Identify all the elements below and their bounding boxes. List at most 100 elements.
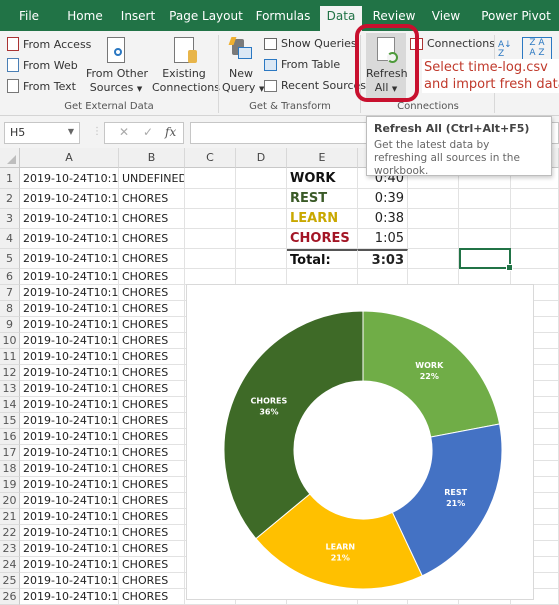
- cell-empty[interactable]: [185, 249, 236, 269]
- row-header[interactable]: 26: [0, 589, 20, 605]
- row-header[interactable]: 11: [0, 349, 20, 365]
- cell-category[interactable]: CHORES: [119, 333, 185, 349]
- cell-timestamp[interactable]: 2019-10-24T10:11:48: [20, 557, 119, 573]
- doughnut-chart[interactable]: WORK 22% REST 21% LEARN 21% CHORES 36%: [186, 284, 534, 600]
- cell-category[interactable]: CHORES: [119, 589, 185, 605]
- row-header[interactable]: 8: [0, 301, 20, 317]
- cell-timestamp[interactable]: 2019-10-24T10:11:45: [20, 509, 119, 525]
- cell-timestamp[interactable]: 2019-10-24T10:11:27: [20, 209, 119, 229]
- cell-empty[interactable]: [185, 168, 236, 189]
- cell-empty[interactable]: [236, 229, 287, 249]
- cell-category[interactable]: CHORES: [119, 477, 185, 493]
- cell-category[interactable]: CHORES: [119, 493, 185, 509]
- cell-empty[interactable]: [511, 229, 559, 249]
- cell-empty[interactable]: [185, 269, 236, 285]
- tab-review[interactable]: Review: [370, 0, 418, 31]
- from-other-sources-button[interactable]: From Other Sources ▼: [86, 37, 148, 96]
- tab-data[interactable]: Data: [320, 6, 362, 31]
- select-all-corner[interactable]: [0, 148, 20, 168]
- cell-timestamp[interactable]: 2019-10-24T10:11:49: [20, 573, 119, 589]
- cell-category[interactable]: CHORES: [119, 229, 185, 249]
- cell-empty[interactable]: [408, 269, 459, 285]
- cell-category[interactable]: CHORES: [119, 285, 185, 301]
- cancel-icon[interactable]: ✕: [119, 125, 129, 139]
- cell-timestamp[interactable]: 2019-10-24T10:11:36: [20, 365, 119, 381]
- name-box[interactable]: H5 ▼: [4, 122, 80, 144]
- row-header[interactable]: 6: [0, 269, 20, 285]
- cell-category[interactable]: CHORES: [119, 397, 185, 413]
- cell-category[interactable]: CHORES: [119, 413, 185, 429]
- cell-category[interactable]: CHORES: [119, 573, 185, 589]
- row-header[interactable]: 24: [0, 557, 20, 573]
- cell-empty[interactable]: [236, 209, 287, 229]
- cell-category[interactable]: CHORES: [119, 269, 185, 285]
- summary-label-rest[interactable]: REST: [287, 189, 358, 209]
- cell-timestamp[interactable]: 2019-10-24T10:11:40: [20, 429, 119, 445]
- cell-empty[interactable]: [511, 269, 559, 285]
- cell-category[interactable]: CHORES: [119, 461, 185, 477]
- row-header[interactable]: 5: [0, 249, 20, 269]
- cell-empty[interactable]: [236, 249, 287, 269]
- row-header[interactable]: 9: [0, 317, 20, 333]
- row-header[interactable]: 4: [0, 229, 20, 249]
- from-web-button[interactable]: From Web: [7, 58, 78, 72]
- cell-category[interactable]: CHORES: [119, 301, 185, 317]
- cell-empty[interactable]: [408, 229, 459, 249]
- cell-timestamp[interactable]: 2019-10-24T10:11:44: [20, 493, 119, 509]
- row-header[interactable]: 1: [0, 168, 20, 189]
- cell-category[interactable]: CHORES: [119, 525, 185, 541]
- summary-label-total[interactable]: Total:: [287, 249, 358, 269]
- row-header[interactable]: 16: [0, 429, 20, 445]
- cell-empty[interactable]: [236, 189, 287, 209]
- from-table-button[interactable]: From Table: [264, 58, 340, 71]
- tab-view[interactable]: View: [428, 0, 464, 31]
- tab-file[interactable]: File: [8, 0, 50, 31]
- cell-timestamp[interactable]: 2019-10-24T10:11:30: [20, 269, 119, 285]
- summary-label-learn[interactable]: LEARN: [287, 209, 358, 229]
- row-header[interactable]: 22: [0, 525, 20, 541]
- doughnut-slice-chores[interactable]: [223, 310, 364, 540]
- cell-timestamp[interactable]: 2019-10-24T10:11:39: [20, 413, 119, 429]
- cell-empty[interactable]: [459, 269, 511, 285]
- cell-timestamp[interactable]: 2019-10-24T10:11:33: [20, 317, 119, 333]
- selected-cell-h5[interactable]: [459, 248, 513, 271]
- tab-page-layout[interactable]: Page Layout: [168, 0, 244, 31]
- cell-empty[interactable]: [511, 209, 559, 229]
- cell-empty[interactable]: [459, 209, 511, 229]
- cell-timestamp[interactable]: 2019-10-24T10:11:42: [20, 461, 119, 477]
- sort-ascending-button[interactable]: A↓ Z: [498, 41, 512, 59]
- cell-empty[interactable]: [287, 269, 358, 285]
- summary-value-rest[interactable]: 0:39: [358, 189, 408, 209]
- cell-category[interactable]: CHORES: [119, 445, 185, 461]
- row-header[interactable]: 14: [0, 397, 20, 413]
- cell-empty[interactable]: [511, 189, 559, 209]
- row-header[interactable]: 12: [0, 365, 20, 381]
- from-text-button[interactable]: From Text: [7, 79, 76, 93]
- cell-timestamp[interactable]: 2019-10-24T10:11:47: [20, 541, 119, 557]
- cell-timestamp[interactable]: 2019-10-24T10:11:25: [20, 168, 119, 189]
- row-header[interactable]: 13: [0, 381, 20, 397]
- cell-category[interactable]: CHORES: [119, 381, 185, 397]
- summary-value-total[interactable]: 3:03: [358, 249, 408, 269]
- cell-timestamp[interactable]: 2019-10-24T10:11:28: [20, 229, 119, 249]
- cell-empty[interactable]: [185, 229, 236, 249]
- cell-empty[interactable]: [408, 189, 459, 209]
- insert-function-icon[interactable]: fx: [165, 125, 176, 139]
- cell-timestamp[interactable]: 2019-10-24T10:11:41: [20, 445, 119, 461]
- cell-category[interactable]: CHORES: [119, 557, 185, 573]
- tab-formulas[interactable]: Formulas: [254, 0, 312, 31]
- row-header[interactable]: 23: [0, 541, 20, 557]
- tab-insert[interactable]: Insert: [116, 0, 160, 31]
- column-header-a[interactable]: A: [20, 148, 119, 168]
- row-header[interactable]: 10: [0, 333, 20, 349]
- row-header[interactable]: 3: [0, 209, 20, 229]
- cell-timestamp[interactable]: 2019-10-24T10:11:35: [20, 349, 119, 365]
- cell-empty[interactable]: [408, 209, 459, 229]
- cell-empty[interactable]: [236, 168, 287, 189]
- row-header[interactable]: 20: [0, 493, 20, 509]
- column-header-e[interactable]: E: [287, 148, 358, 168]
- new-query-button[interactable]: New Query ▼: [222, 37, 264, 96]
- column-header-d[interactable]: D: [236, 148, 287, 168]
- row-header[interactable]: 19: [0, 477, 20, 493]
- row-header[interactable]: 2: [0, 189, 20, 209]
